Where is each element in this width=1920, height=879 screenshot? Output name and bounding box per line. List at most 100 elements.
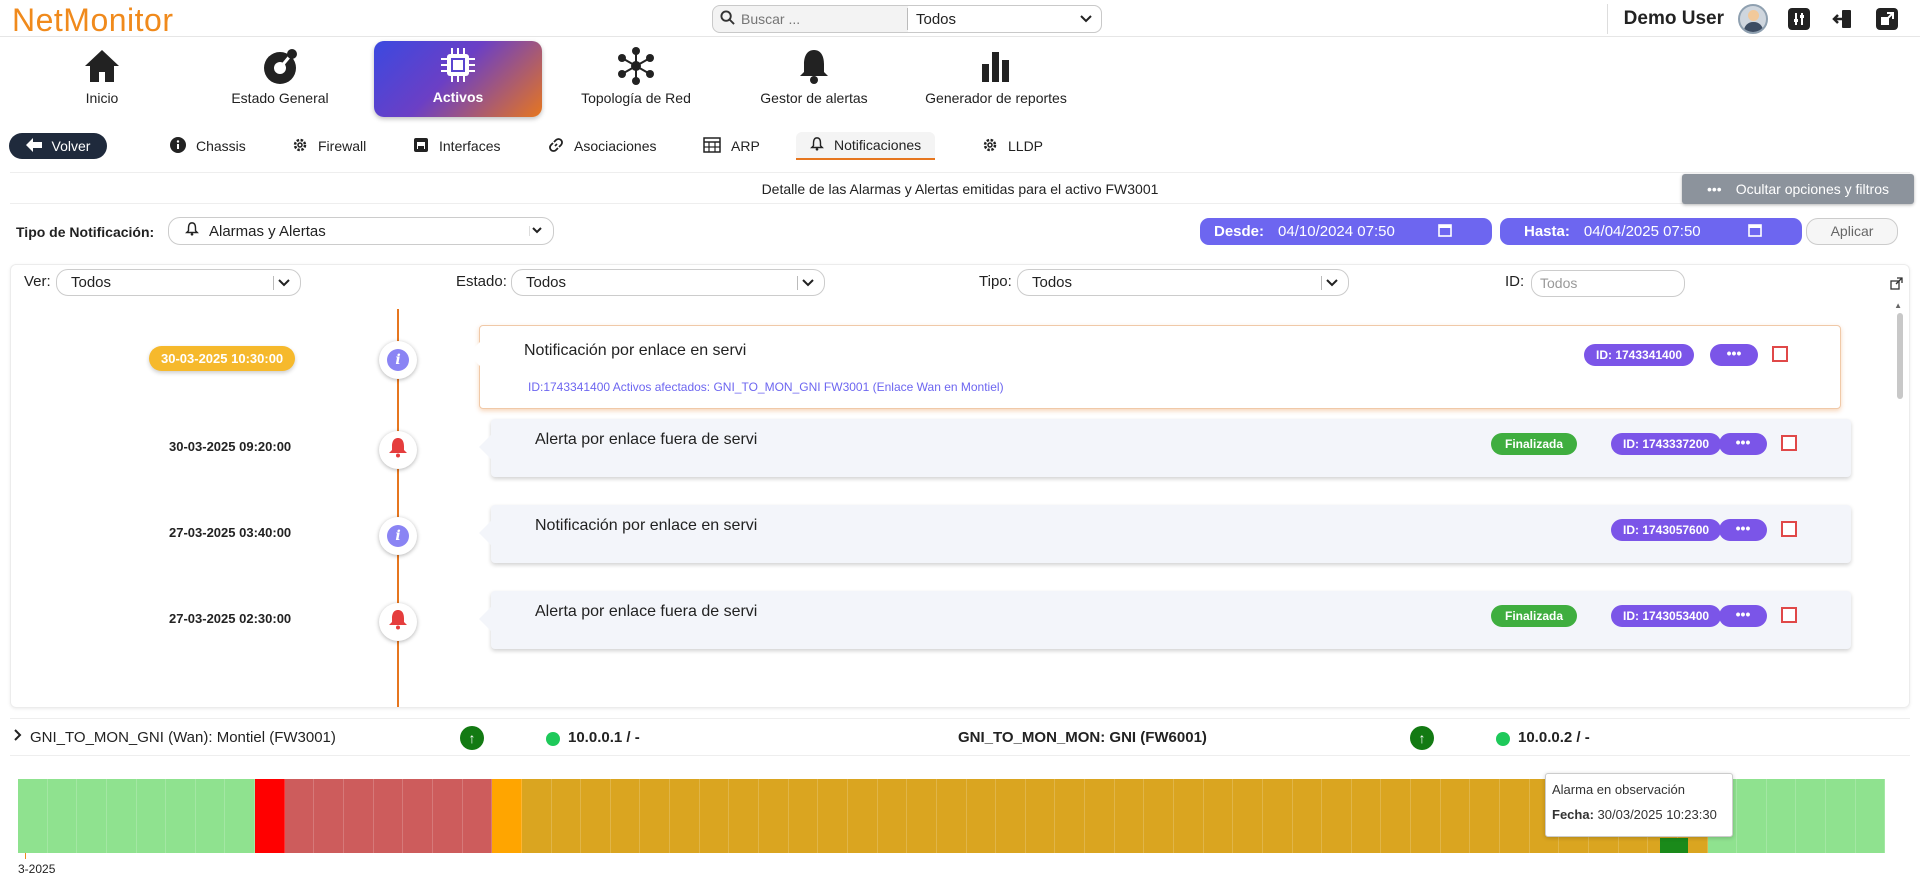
status-segment-ok[interactable] bbox=[225, 779, 256, 853]
tab-arp[interactable]: ARP bbox=[703, 132, 760, 160]
tab-interfaces[interactable]: Interfaces bbox=[413, 132, 500, 160]
app-logo[interactable]: NetMonitor bbox=[12, 2, 174, 39]
status-segment-observe[interactable] bbox=[699, 779, 730, 853]
tipo-select[interactable]: Todos bbox=[1017, 269, 1349, 296]
search-input[interactable] bbox=[741, 11, 901, 27]
status-segment-observe[interactable] bbox=[1351, 779, 1382, 853]
event-card[interactable]: Notificación por enlace en servi ID:1743… bbox=[468, 325, 1841, 409]
status-segment-observe[interactable] bbox=[521, 779, 552, 853]
estado-select[interactable]: Todos bbox=[511, 269, 825, 296]
expand-icon[interactable] bbox=[1890, 277, 1903, 293]
status-segment-observe[interactable] bbox=[610, 779, 641, 853]
status-segment-down_dim[interactable] bbox=[284, 779, 315, 853]
calendar-icon[interactable] bbox=[1438, 223, 1452, 240]
status-segment-down_dim[interactable] bbox=[432, 779, 463, 853]
status-segment-observe[interactable] bbox=[1114, 779, 1145, 853]
status-segment-down_dim[interactable] bbox=[344, 779, 374, 853]
status-segment-ok[interactable] bbox=[47, 779, 78, 853]
status-segment-ok[interactable] bbox=[136, 779, 167, 853]
status-segment-observe[interactable] bbox=[966, 779, 997, 853]
status-segment-observe[interactable] bbox=[1025, 779, 1056, 853]
calendar-icon[interactable] bbox=[1748, 223, 1762, 240]
event-options-button[interactable]: ••• bbox=[1719, 605, 1767, 627]
status-segment-ok[interactable] bbox=[1766, 779, 1797, 853]
status-segment-observe[interactable] bbox=[640, 779, 671, 853]
status-segment-observe[interactable] bbox=[788, 779, 819, 853]
event-options-button[interactable]: ••• bbox=[1710, 344, 1758, 366]
tab-chassis[interactable]: Chassis bbox=[170, 132, 246, 160]
event-card[interactable]: Alerta por enlace fuera de servi Finaliz… bbox=[479, 419, 1851, 477]
status-segment-observe[interactable] bbox=[1262, 779, 1293, 853]
status-segment-observe[interactable] bbox=[936, 779, 967, 853]
status-segment-observe[interactable] bbox=[996, 779, 1026, 853]
hide-filters-button[interactable]: ••• Ocultar opciones y filtros bbox=[1682, 174, 1914, 204]
logout-icon[interactable] bbox=[1832, 8, 1854, 30]
search-scope-select[interactable]: Todos bbox=[908, 6, 1101, 32]
status-segment-ok[interactable] bbox=[106, 779, 137, 853]
event-select-checkbox[interactable] bbox=[1772, 346, 1788, 362]
external-window-icon[interactable] bbox=[1876, 7, 1898, 30]
status-segment-observe[interactable] bbox=[1085, 779, 1115, 853]
event-select-checkbox[interactable] bbox=[1781, 607, 1797, 623]
back-button[interactable]: Volver bbox=[9, 133, 107, 159]
status-segment-observe[interactable] bbox=[1381, 779, 1412, 853]
tab-lldp[interactable]: LLDP bbox=[982, 132, 1043, 160]
date-to-field[interactable]: Hasta: 04/04/2025 07:50 bbox=[1500, 218, 1802, 245]
nav-item-topologia[interactable]: Topología de Red bbox=[552, 42, 720, 114]
nav-item-reportes[interactable]: Generador de reportes bbox=[908, 42, 1084, 114]
date-from-field[interactable]: Desde: 04/10/2024 07:50 bbox=[1200, 218, 1492, 245]
event-select-checkbox[interactable] bbox=[1781, 521, 1797, 537]
status-segment-observe[interactable] bbox=[877, 779, 908, 853]
status-segment-observe[interactable] bbox=[1470, 779, 1501, 853]
event-card[interactable]: Notificación por enlace en servi ID: 174… bbox=[479, 505, 1851, 563]
status-segment-down_dim[interactable] bbox=[403, 779, 433, 853]
status-segment-ok[interactable] bbox=[1737, 779, 1767, 853]
tab-notificaciones[interactable]: Notificaciones bbox=[796, 132, 936, 160]
nav-item-gestor-alertas[interactable]: Gestor de alertas bbox=[730, 42, 898, 114]
nav-item-estado-general[interactable]: Estado General bbox=[196, 42, 364, 114]
status-segment-observe[interactable] bbox=[1292, 779, 1323, 853]
nav-item-inicio[interactable]: Inicio bbox=[18, 42, 186, 114]
status-segment-observe[interactable] bbox=[1203, 779, 1234, 853]
status-segment-ok[interactable] bbox=[1796, 779, 1827, 853]
status-segment-down_dim[interactable] bbox=[373, 779, 404, 853]
scrollbar-thumb[interactable] bbox=[1897, 313, 1903, 399]
status-segment-ok[interactable] bbox=[1826, 779, 1856, 853]
status-segment-down[interactable] bbox=[255, 779, 285, 853]
status-segment-observe[interactable] bbox=[581, 779, 611, 853]
apply-button[interactable]: Aplicar bbox=[1806, 218, 1898, 245]
nav-item-activos[interactable]: Activos bbox=[374, 41, 542, 117]
tab-firewall[interactable]: Firewall bbox=[292, 132, 366, 160]
status-segment-observe[interactable] bbox=[1322, 779, 1352, 853]
status-segment-down_dim[interactable] bbox=[462, 779, 493, 853]
status-segment-down_dim[interactable] bbox=[314, 779, 345, 853]
event-card[interactable]: Alerta por enlace fuera de servi Finaliz… bbox=[479, 591, 1851, 649]
status-segment-warn[interactable] bbox=[492, 779, 522, 853]
status-segment-observe[interactable] bbox=[1411, 779, 1441, 853]
status-segment-ok[interactable] bbox=[166, 779, 196, 853]
scroll-up-arrow[interactable]: ▲ bbox=[1894, 301, 1902, 310]
status-segment-ok[interactable] bbox=[77, 779, 107, 853]
notif-type-select[interactable]: Alarmas y Alertas bbox=[168, 217, 554, 245]
status-segment-observe[interactable] bbox=[759, 779, 789, 853]
link-row[interactable]: GNI_TO_MON_GNI (Wan): Montiel (FW3001) ↑… bbox=[10, 718, 1910, 756]
status-segment-observe[interactable] bbox=[1055, 779, 1086, 853]
status-segment-observe[interactable] bbox=[670, 779, 700, 853]
status-segment-ok[interactable] bbox=[18, 779, 48, 853]
status-segment-observe[interactable] bbox=[1173, 779, 1204, 853]
event-options-button[interactable]: ••• bbox=[1719, 433, 1767, 455]
event-select-checkbox[interactable] bbox=[1781, 435, 1797, 451]
status-segment-observe[interactable] bbox=[1500, 779, 1530, 853]
chevron-right-icon[interactable] bbox=[14, 729, 22, 744]
avatar[interactable] bbox=[1738, 3, 1768, 34]
id-input[interactable]: Todos bbox=[1531, 270, 1685, 297]
status-segment-observe[interactable] bbox=[729, 779, 760, 853]
settings-sliders-icon[interactable] bbox=[1788, 7, 1810, 30]
status-segment-observe[interactable] bbox=[907, 779, 937, 853]
status-segment-ok[interactable] bbox=[1855, 779, 1886, 853]
status-segment-ok[interactable] bbox=[195, 779, 226, 853]
event-options-button[interactable]: ••• bbox=[1719, 519, 1767, 541]
tab-asociaciones[interactable]: Asociaciones bbox=[548, 132, 657, 160]
status-segment-observe[interactable] bbox=[551, 779, 582, 853]
status-segment-observe[interactable] bbox=[818, 779, 848, 853]
